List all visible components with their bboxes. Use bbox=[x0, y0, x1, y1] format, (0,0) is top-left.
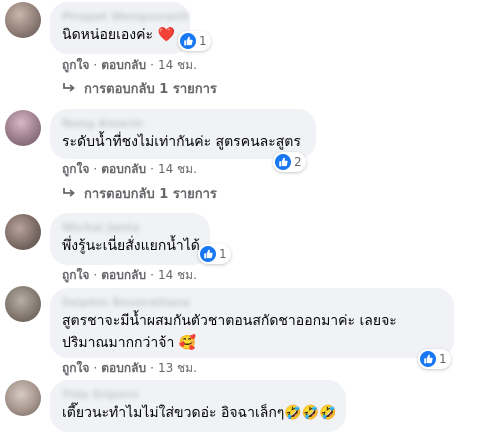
reply-arrow-icon bbox=[62, 82, 76, 94]
comment-bubble: Tida Sriporn เตี๊ยวนะทำไมไม่ใส่ขวดอ่ะ อิ… bbox=[50, 380, 346, 432]
comment-bubble: Saiphin Boonrattana สูตรชาจะมีน้ำผสมกันต… bbox=[50, 288, 454, 358]
rofl-emoji: 🤣🤣🤣 bbox=[284, 405, 337, 421]
smiling-face-emoji: 🥰 bbox=[178, 335, 197, 351]
comment-author[interactable]: Saiphin Boonrattana bbox=[62, 296, 442, 310]
reaction-count: 1 bbox=[199, 34, 207, 48]
comment-text: พึ่งรู้นะเนี่ยสั่งแยกน้ำได้ bbox=[62, 238, 200, 254]
comment-author[interactable]: Pirapat Wongsurasit bbox=[62, 10, 189, 24]
comment-bubble: Pirapat Wongsurasit นิดหน่อยเองค่ะ ❤️ bbox=[50, 2, 190, 54]
comment-author[interactable]: Tida Sriporn bbox=[62, 388, 334, 402]
thumbs-up-icon bbox=[180, 33, 196, 49]
reaction-count: 1 bbox=[439, 352, 447, 366]
comment-text: นิดหน่อยเองค่ะ ❤️ bbox=[62, 27, 175, 43]
avatar[interactable] bbox=[5, 214, 41, 250]
comment-text: ระดับน้ำที่ชงไม่เท่ากันค่ะ สูตรคนละสูตร bbox=[62, 134, 301, 150]
timestamp[interactable]: 14 ชม. bbox=[158, 58, 197, 72]
heart-emoji: ❤️ bbox=[157, 27, 175, 43]
avatar[interactable] bbox=[5, 286, 41, 322]
comment-author[interactable]: Wichai Janta bbox=[62, 221, 198, 235]
avatar[interactable] bbox=[5, 380, 41, 416]
replies-label: การตอบกลับ 1 รายการ bbox=[84, 81, 217, 97]
comment-text: เตี๊ยวนะทำไมไม่ใส่ขวดอ่ะ อิจฉาเล็กๆ🤣🤣🤣 bbox=[62, 405, 337, 421]
reply-link[interactable]: ตอบกลับ bbox=[101, 162, 146, 176]
comment-actions: ถูกใจ · ตอบกลับ · 14 ชม. bbox=[62, 162, 197, 176]
timestamp[interactable]: 13 ชม. bbox=[158, 361, 197, 375]
thumbs-up-icon bbox=[275, 154, 291, 170]
comment-text: สูตรชาจะมีน้ำผสมกันตัวชาตอนสกัดชาออกมาค่… bbox=[62, 313, 397, 351]
view-replies-link[interactable]: การตอบกลับ 1 รายการ bbox=[62, 183, 217, 203]
avatar[interactable] bbox=[5, 2, 41, 38]
reply-link[interactable]: ตอบกลับ bbox=[101, 58, 146, 72]
avatar[interactable] bbox=[5, 110, 41, 146]
reply-link[interactable]: ตอบกลับ bbox=[101, 361, 146, 375]
like-link[interactable]: ถูกใจ bbox=[62, 268, 89, 282]
reaction-badge[interactable]: 2 bbox=[273, 152, 306, 172]
reaction-count: 1 bbox=[219, 247, 227, 261]
replies-label: การตอบกลับ 1 รายการ bbox=[84, 186, 217, 202]
comment-bubble: Wichai Janta พึ่งรู้นะเนี่ยสั่งแยกน้ำได้ bbox=[50, 213, 210, 265]
reaction-badge[interactable]: 1 bbox=[178, 31, 211, 51]
reply-link[interactable]: ตอบกลับ bbox=[101, 268, 146, 282]
comment-actions: ถูกใจ · ตอบกลับ · 14 ชม. bbox=[62, 58, 197, 72]
like-link[interactable]: ถูกใจ bbox=[62, 58, 89, 72]
comment-thread: Pirapat Wongsurasit นิดหน่อยเองค่ะ ❤️ 1 … bbox=[0, 0, 489, 432]
comment-bubble: Nong Amarin ระดับน้ำที่ชงไม่เท่ากันค่ะ ส… bbox=[50, 109, 316, 159]
thumbs-up-icon bbox=[420, 351, 436, 367]
like-link[interactable]: ถูกใจ bbox=[62, 162, 89, 176]
comment-actions: ถูกใจ · ตอบกลับ · 13 ชม. bbox=[62, 361, 197, 375]
reply-arrow-icon bbox=[62, 187, 76, 199]
comment-actions: ถูกใจ · ตอบกลับ · 14 ชม. bbox=[62, 268, 197, 282]
like-link[interactable]: ถูกใจ bbox=[62, 361, 89, 375]
reaction-count: 2 bbox=[294, 155, 302, 169]
view-replies-link[interactable]: การตอบกลับ 1 รายการ bbox=[62, 78, 217, 98]
timestamp[interactable]: 14 ชม. bbox=[158, 162, 197, 176]
timestamp[interactable]: 14 ชม. bbox=[158, 268, 197, 282]
thumbs-up-icon bbox=[200, 246, 216, 262]
reaction-badge[interactable]: 1 bbox=[198, 244, 231, 264]
reaction-badge[interactable]: 1 bbox=[418, 349, 451, 369]
comment-author[interactable]: Nong Amarin bbox=[62, 117, 304, 131]
